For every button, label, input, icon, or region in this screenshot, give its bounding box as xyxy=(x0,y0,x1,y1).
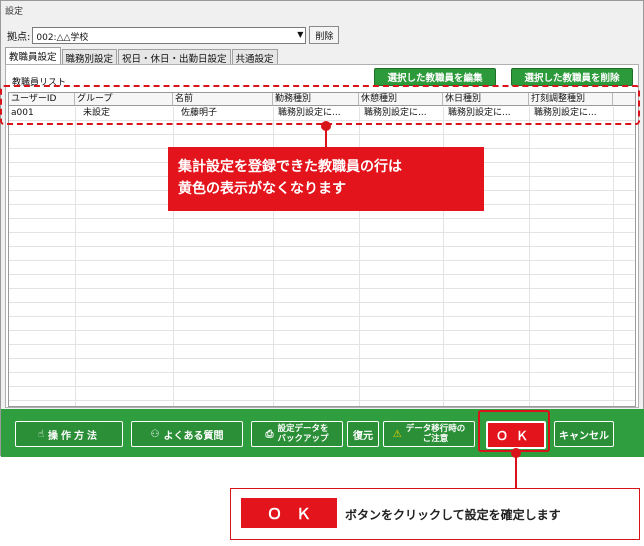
window-title: 設定 xyxy=(5,7,24,17)
faq-label: よくある質問 xyxy=(163,430,224,442)
backup-label: 設定データを バックアップ xyxy=(277,424,328,444)
branch-row: 拠点: 002:△△学校 ▼ 削除 xyxy=(7,25,340,45)
delete-branch-button[interactable]: 削除 xyxy=(309,26,340,44)
grid-line xyxy=(9,260,635,261)
grid-line xyxy=(9,386,635,387)
grid-line xyxy=(613,107,614,406)
grid-line xyxy=(9,134,635,135)
ok-button-highlight xyxy=(478,410,550,452)
howto-label: 操作方法 xyxy=(48,430,101,442)
callout-dot xyxy=(321,121,331,131)
warning-icon: ⚠ xyxy=(392,428,402,440)
faq-button[interactable]: ⚇ よくある質問 xyxy=(131,421,243,447)
tab-common-settings[interactable]: 共通設定 xyxy=(231,49,278,65)
grid-line xyxy=(529,107,530,406)
backup-icon: ⎙ xyxy=(265,428,274,440)
edit-selected-staff-button[interactable]: 選択した教職員を編集 xyxy=(374,68,496,86)
grid-line xyxy=(9,302,635,303)
migration-label: データ移行時の ご注意 xyxy=(406,424,466,444)
callout-line1: 集計設定を登録できた教職員の行は xyxy=(178,159,402,175)
branch-select[interactable]: 002:△△学校 ▼ xyxy=(32,26,307,44)
staff-grid[interactable]: ユーザーID グループ 名前 勤務種別 休憩種別 休日種別 打刻調整種別 a00… xyxy=(8,92,636,407)
migration-notice-button[interactable]: ⚠ データ移行時の ご注意 xyxy=(383,421,475,447)
grid-line xyxy=(9,274,635,275)
restore-button[interactable]: 復元 xyxy=(347,421,379,447)
branch-label: 拠点: xyxy=(7,31,31,43)
grid-line xyxy=(9,344,635,345)
grid-line xyxy=(9,400,635,401)
instruction-ok-badge: ＯＫ xyxy=(241,498,337,528)
ok-instruction-box: ＯＫ ボタンをクリックして設定を確定します xyxy=(230,488,640,540)
tab-staff-settings[interactable]: 教職員設定 xyxy=(5,47,61,64)
grid-line xyxy=(9,330,635,331)
tab-duty-settings[interactable]: 職務別設定 xyxy=(61,49,118,65)
grid-line xyxy=(9,232,635,233)
instruction-text: ボタンをクリックして設定を確定します xyxy=(345,508,561,522)
grid-line xyxy=(75,107,76,406)
tab-bar: 教職員設定 職務別設定 祝日・休日・出勤日設定 共通設定 xyxy=(5,47,279,65)
grid-line xyxy=(9,358,635,359)
grid-line xyxy=(9,372,635,373)
howto-button[interactable]: ☝ 操作方法 xyxy=(15,421,123,447)
highlight-row-outline xyxy=(0,85,640,125)
grid-line xyxy=(9,246,635,247)
faq-icon: ⚇ xyxy=(150,428,160,440)
backup-button[interactable]: ⎙ 設定データを バックアップ xyxy=(251,421,343,447)
pointing-hand-icon: ☝ xyxy=(37,428,45,440)
tab-holiday-settings[interactable]: 祝日・休日・出勤日設定 xyxy=(118,49,231,65)
settings-window: 設定 拠点: 002:△△学校 ▼ 削除 教職員設定 職務別設定 祝日・休日・出… xyxy=(0,0,644,457)
backup-label-line1: 設定データを xyxy=(277,424,329,434)
grid-line xyxy=(9,218,635,219)
grid-line xyxy=(9,316,635,317)
callout-line2: 黄色の表示がなくなります xyxy=(178,181,346,197)
chevron-down-icon: ▼ xyxy=(297,29,304,39)
callout-box: 集計設定を登録できた教職員の行は 黄色の表示がなくなります xyxy=(168,147,484,211)
migration-label-line2: ご注意 xyxy=(422,434,449,444)
delete-selected-staff-button[interactable]: 選択した教職員を削除 xyxy=(511,68,633,86)
branch-value: 002:△△学校 xyxy=(36,32,89,43)
note-dot xyxy=(511,448,521,458)
backup-label-line2: バックアップ xyxy=(277,434,329,444)
cancel-button[interactable]: キャンセル xyxy=(554,421,614,447)
migration-label-line1: データ移行時の xyxy=(405,424,466,434)
grid-line xyxy=(9,288,635,289)
